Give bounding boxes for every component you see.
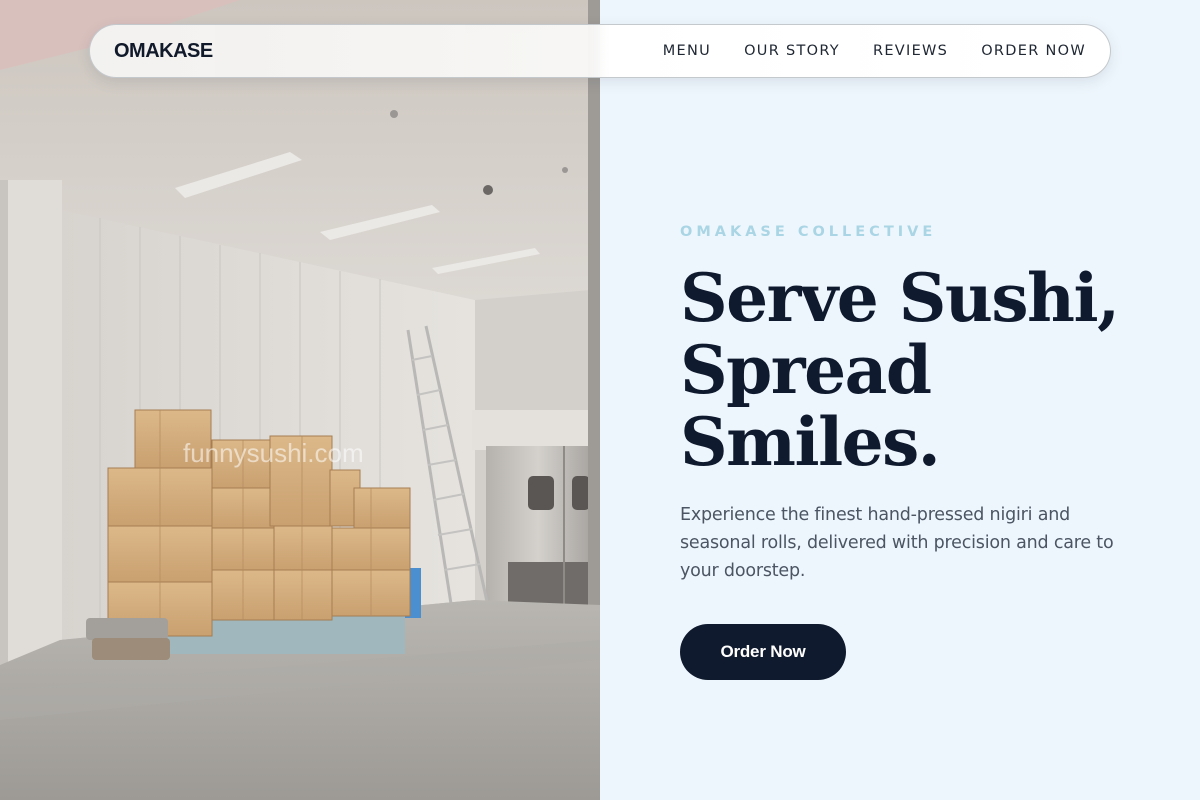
hero-subtext: Experience the finest hand-pressed nigir… <box>680 505 1114 581</box>
watermark-text: funnysushi.com <box>183 438 364 468</box>
brand-logo[interactable]: OMAKASE <box>114 40 213 63</box>
nav-link-menu[interactable]: MENU <box>663 43 711 59</box>
nav-link-reviews[interactable]: REVIEWS <box>873 43 948 59</box>
hero-eyebrow: OMAKASE COLLECTIVE <box>680 224 937 240</box>
headline-line-1: Serve Sushi, <box>680 259 1120 337</box>
nav-links: MENU OUR STORY REVIEWS ORDER NOW <box>663 43 1086 59</box>
nav-link-order-now[interactable]: ORDER NOW <box>981 43 1086 59</box>
headline-line-3: Smiles. <box>680 403 941 481</box>
nav-link-our-story[interactable]: OUR STORY <box>744 43 840 59</box>
top-navbar: OMAKASE MENU OUR STORY REVIEWS ORDER NOW <box>89 24 1111 78</box>
warehouse-illustration: funnysushi.com <box>0 0 600 800</box>
hero-photo: funnysushi.com <box>0 0 600 800</box>
headline-line-2: Spread <box>680 331 932 409</box>
order-now-button[interactable]: Order Now <box>680 624 846 680</box>
hero-headline: Serve Sushi, Spread Smiles. <box>680 262 1140 478</box>
